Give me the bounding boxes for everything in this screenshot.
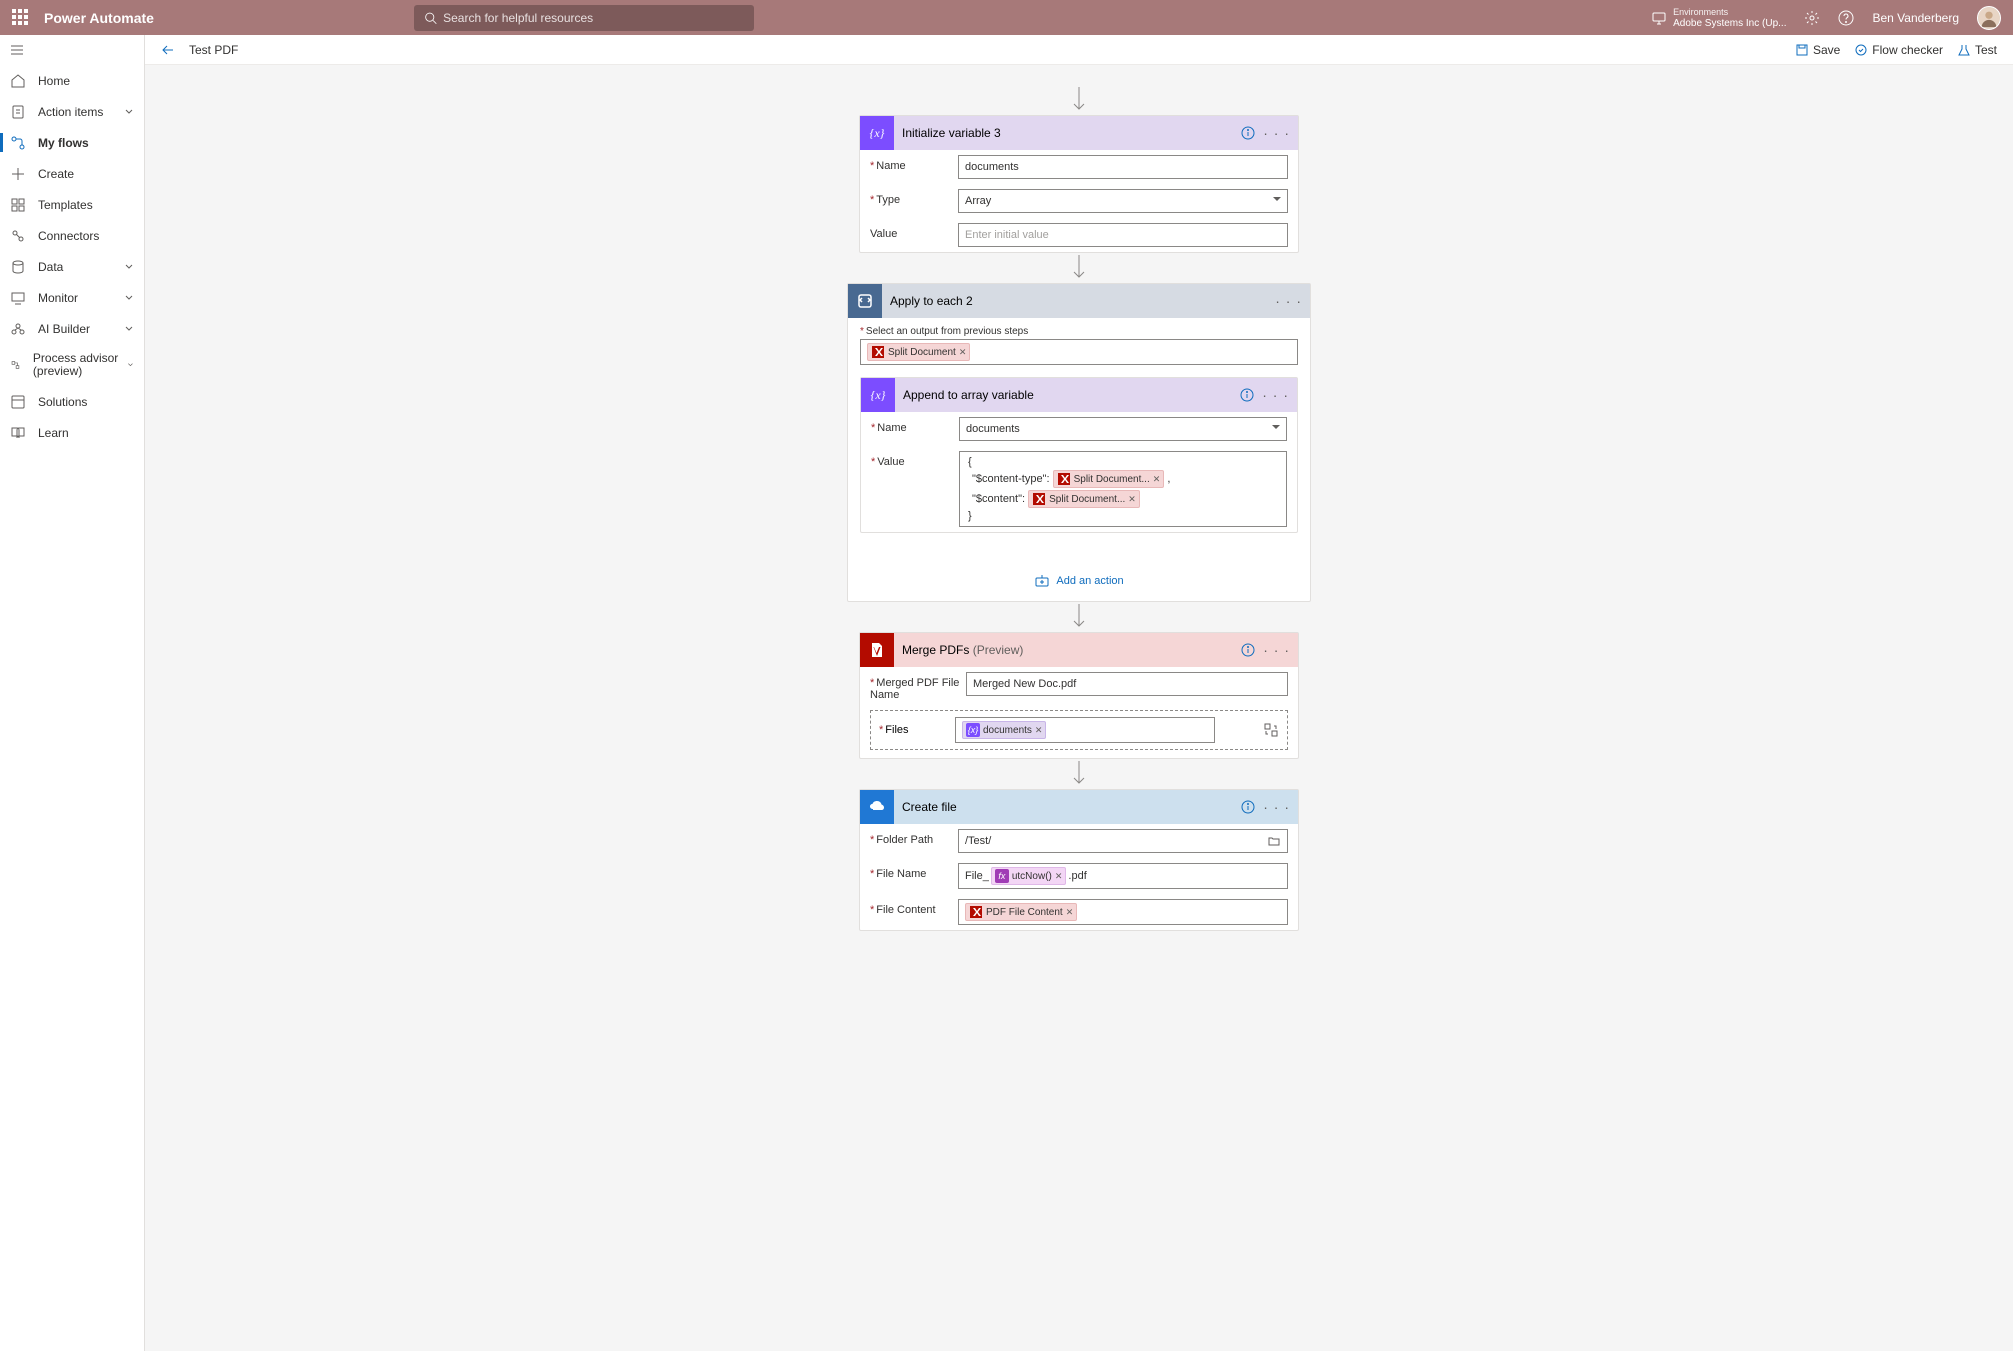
variable-icon: {x} xyxy=(860,116,894,150)
append-value-input[interactable]: { "$content-type": Split Document... ✕ xyxy=(959,451,1287,527)
folder-picker-icon[interactable] xyxy=(1267,834,1281,848)
token-documents[interactable]: {x} documents ✕ xyxy=(962,721,1046,739)
test-button[interactable]: Test xyxy=(1957,43,1997,57)
files-input[interactable]: {x} documents ✕ xyxy=(955,717,1215,743)
arrow-icon xyxy=(1072,604,1086,630)
card-merge-pdfs[interactable]: Merge PDFs (Preview) · · · *Merged PDF F… xyxy=(859,632,1299,759)
nav-templates[interactable]: Templates xyxy=(0,189,144,220)
search-icon xyxy=(424,11,437,25)
save-button[interactable]: Save xyxy=(1795,43,1840,57)
card-append-to-array[interactable]: {x} Append to array variable · · · *Name… xyxy=(860,377,1298,533)
token-remove-icon[interactable]: ✕ xyxy=(959,347,967,358)
card-header[interactable]: Merge PDFs (Preview) · · · xyxy=(860,633,1298,667)
more-icon[interactable]: · · · xyxy=(1275,293,1302,309)
token-remove-icon[interactable]: ✕ xyxy=(1035,725,1043,736)
onedrive-icon xyxy=(860,790,894,824)
token-remove-icon[interactable]: ✕ xyxy=(1153,474,1161,485)
token-remove-icon[interactable]: ✕ xyxy=(1128,494,1136,505)
card-apply-to-each[interactable]: Apply to each 2 · · · *Select an output … xyxy=(847,283,1311,602)
select-output-input[interactable]: Split Document ✕ xyxy=(860,339,1298,365)
merged-filename-input[interactable]: Merged New Doc.pdf xyxy=(966,672,1288,696)
more-icon[interactable]: · · · xyxy=(1263,799,1290,815)
arrow-icon xyxy=(1072,255,1086,281)
chevron-down-icon xyxy=(124,324,134,334)
nav-toggle[interactable] xyxy=(0,35,144,65)
chevron-down-icon xyxy=(124,107,134,117)
files-row: *Files {x} documents ✕ xyxy=(870,710,1288,750)
nav-monitor[interactable]: Monitor xyxy=(0,282,144,313)
command-bar: Test PDF Save Flow checker Test xyxy=(145,35,2013,65)
user-name[interactable]: Ben Vanderberg xyxy=(1872,11,1959,25)
card-initialize-variable[interactable]: {x} Initialize variable 3 · · · *Namedoc… xyxy=(859,115,1299,253)
more-icon[interactable]: · · · xyxy=(1262,387,1289,403)
app-header: Power Automate Environments Adobe System… xyxy=(0,0,2013,35)
side-nav: Home Action items My flows Create Templa… xyxy=(0,35,145,1351)
card-header[interactable]: {x} Append to array variable · · · xyxy=(861,378,1297,412)
append-name-select[interactable]: documents xyxy=(959,417,1287,441)
token-remove-icon[interactable]: ✕ xyxy=(1055,871,1063,882)
adobe-pdf-icon xyxy=(860,633,894,667)
info-icon[interactable] xyxy=(1241,643,1255,657)
env-value: Adobe Systems Inc (Up... xyxy=(1673,18,1786,30)
env-label: Environments xyxy=(1673,6,1786,18)
variable-icon: {x} xyxy=(861,378,895,412)
designer-canvas: {x} Initialize variable 3 · · · *Namedoc… xyxy=(145,65,2013,1351)
nav-create[interactable]: Create xyxy=(0,158,144,189)
add-action-button[interactable]: Add an action xyxy=(860,573,1298,589)
token-pdf-file-content[interactable]: PDF File Content ✕ xyxy=(965,903,1077,921)
nav-action-items[interactable]: Action items xyxy=(0,96,144,127)
token-utcnow[interactable]: fx utcNow() ✕ xyxy=(991,867,1067,885)
switch-array-icon[interactable] xyxy=(1263,722,1279,738)
search-box[interactable] xyxy=(414,5,754,31)
nav-home[interactable]: Home xyxy=(0,65,144,96)
more-icon[interactable]: · · · xyxy=(1263,642,1290,658)
flow-title: Test PDF xyxy=(189,43,238,57)
chevron-down-icon xyxy=(124,293,134,303)
type-select[interactable]: Array xyxy=(958,189,1288,213)
arrow-icon xyxy=(1072,761,1086,787)
nav-ai-builder[interactable]: AI Builder xyxy=(0,313,144,344)
arrow-icon xyxy=(1072,87,1086,113)
environment-picker[interactable]: Environments Adobe Systems Inc (Up... xyxy=(1651,6,1786,30)
more-icon[interactable]: · · · xyxy=(1263,125,1290,141)
chevron-down-icon xyxy=(124,262,134,272)
environment-icon xyxy=(1651,10,1667,26)
chevron-down-icon xyxy=(127,360,134,370)
value-input[interactable] xyxy=(958,223,1288,247)
token-remove-icon[interactable]: ✕ xyxy=(1066,907,1074,918)
search-input[interactable] xyxy=(443,11,744,25)
card-header[interactable]: Apply to each 2 · · · xyxy=(848,284,1310,318)
file-content-input[interactable]: PDF File Content ✕ xyxy=(958,899,1288,925)
folder-path-input[interactable]: /Test/ xyxy=(958,829,1288,853)
card-header[interactable]: {x} Initialize variable 3 · · · xyxy=(860,116,1298,150)
card-create-file[interactable]: Create file · · · *Folder Path /Test/ *F… xyxy=(859,789,1299,931)
token-split-document[interactable]: Split Document ✕ xyxy=(867,343,970,361)
nav-data[interactable]: Data xyxy=(0,251,144,282)
back-button[interactable] xyxy=(161,43,175,57)
file-name-input[interactable]: File_ fx utcNow() ✕ .pdf xyxy=(958,863,1288,889)
token-split-document-type[interactable]: Split Document... ✕ xyxy=(1053,470,1165,488)
name-input[interactable]: documents xyxy=(958,155,1288,179)
info-icon[interactable] xyxy=(1241,126,1255,140)
card-header[interactable]: Create file · · · xyxy=(860,790,1298,824)
brand-name: Power Automate xyxy=(44,10,154,26)
nav-my-flows[interactable]: My flows xyxy=(0,127,144,158)
nav-solutions[interactable]: Solutions xyxy=(0,386,144,417)
nav-learn[interactable]: Learn xyxy=(0,417,144,448)
token-split-document-content[interactable]: Split Document... ✕ xyxy=(1028,490,1140,508)
loop-icon xyxy=(848,284,882,318)
settings-icon[interactable] xyxy=(1804,10,1820,26)
help-icon[interactable] xyxy=(1838,10,1854,26)
nav-process-advisor[interactable]: Process advisor (preview) xyxy=(0,344,144,386)
info-icon[interactable] xyxy=(1241,800,1255,814)
user-avatar[interactable] xyxy=(1977,6,2001,30)
flow-checker-button[interactable]: Flow checker xyxy=(1854,43,1943,57)
nav-connectors[interactable]: Connectors xyxy=(0,220,144,251)
info-icon[interactable] xyxy=(1240,388,1254,402)
app-launcher-icon[interactable] xyxy=(12,9,30,27)
